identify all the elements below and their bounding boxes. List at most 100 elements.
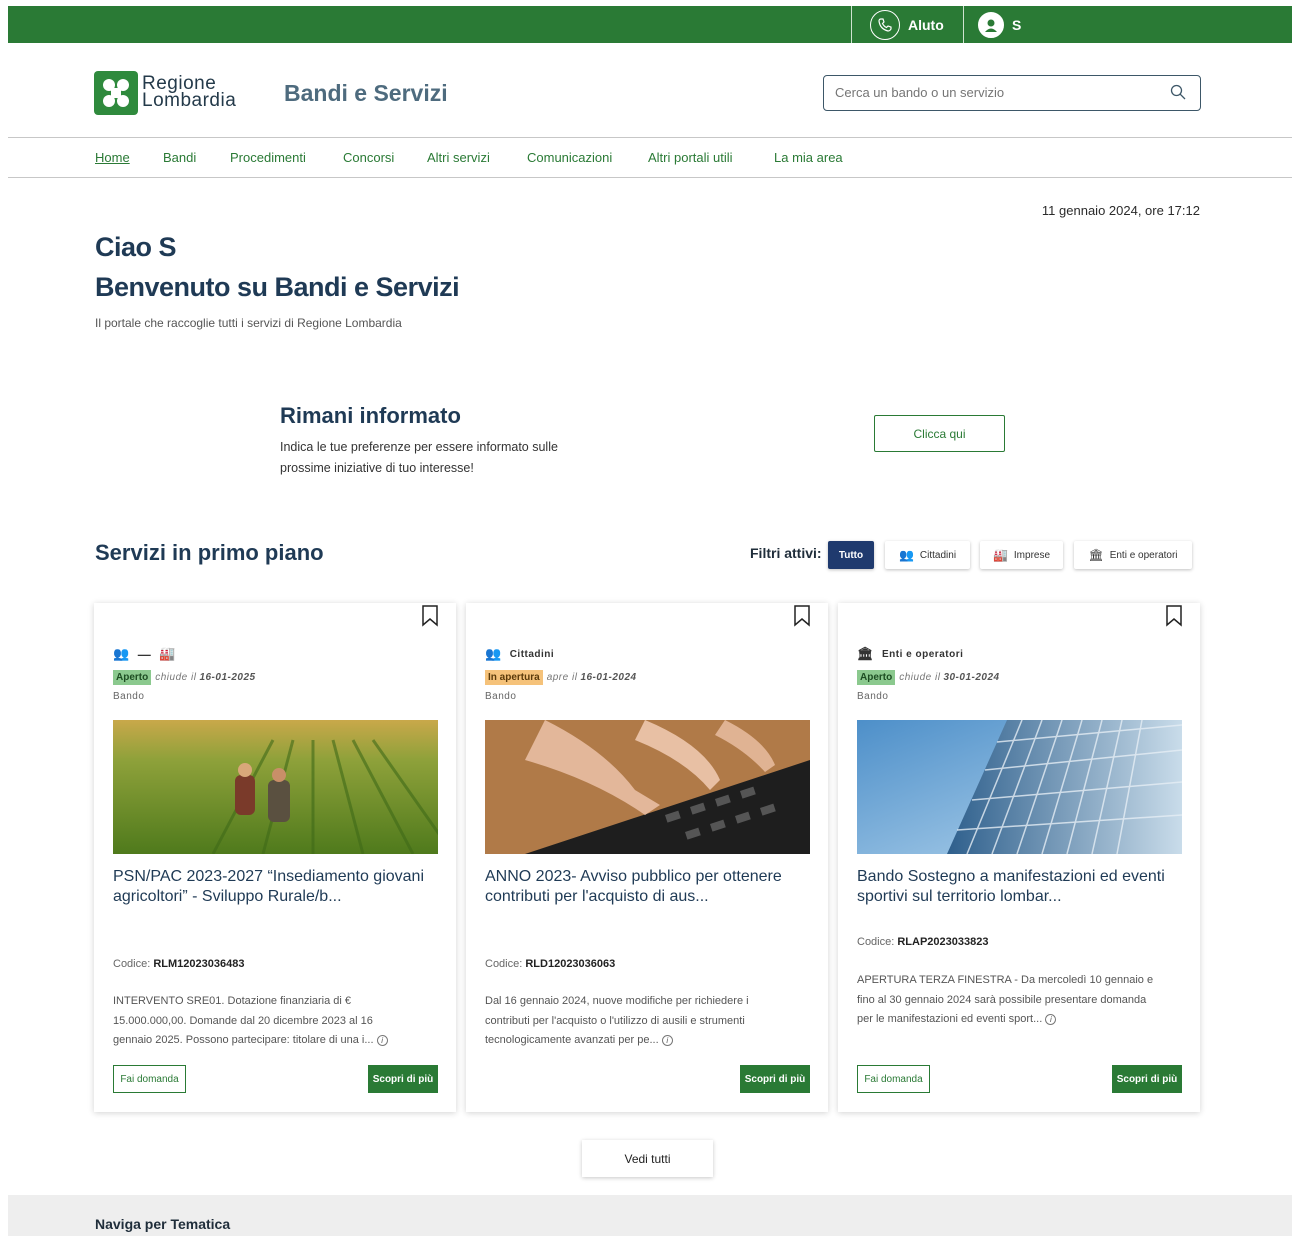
click-here-button[interactable]: Clicca qui xyxy=(874,415,1005,452)
filter-imprese[interactable]: 🏭 Imprese xyxy=(980,541,1063,569)
card-title[interactable]: Bando Sostegno a manifestazioni ed event… xyxy=(857,867,1177,907)
card-title[interactable]: ANNO 2023- Avviso pubblico per ottenere … xyxy=(485,867,805,907)
service-card[interactable]: 🏛 Enti e operatori Aperto chiude il 30-0… xyxy=(838,603,1200,1112)
date-label: chiude il xyxy=(155,672,197,683)
code-value: RLM12023036483 xyxy=(153,958,245,970)
status-badge: Aperto xyxy=(113,670,152,685)
info-icon[interactable]: i xyxy=(1045,1014,1057,1025)
deadline-date: 30-01-2024 xyxy=(943,672,1000,683)
info-icon[interactable]: i xyxy=(376,1035,388,1046)
bookmark-icon[interactable] xyxy=(420,605,440,632)
people-icon: 👥 xyxy=(485,646,502,661)
topics-band: Naviga per Tematica xyxy=(8,1195,1292,1236)
status-badge: In apertura xyxy=(485,670,543,685)
search-box[interactable] xyxy=(823,75,1201,111)
filter-label: Tutto xyxy=(838,549,864,561)
user-initial: S xyxy=(1012,16,1022,33)
topbar-divider xyxy=(851,6,852,43)
code-value: RLAP2023033823 xyxy=(897,936,989,948)
date-label: chiude il xyxy=(899,672,941,683)
nav-bandi[interactable]: Bandi xyxy=(163,150,196,165)
current-date: 11 gennaio 2024, ore 17:12 xyxy=(1041,203,1200,218)
filter-label: Cittadini xyxy=(919,549,957,561)
status-row: In apertura apre il 16-01-2024 xyxy=(485,670,637,685)
user-menu[interactable]: S xyxy=(978,6,1021,43)
audience-icons: 👥 Cittadini xyxy=(485,646,554,662)
card-description: Dal 16 gennaio 2024, nuove modifiche per… xyxy=(485,992,785,1051)
filters-label: Filtri attivi: xyxy=(750,545,822,561)
user-avatar-icon xyxy=(978,11,1004,38)
help-link[interactable]: Aluto xyxy=(870,6,944,43)
filter-cittadini[interactable]: 👥 Cittadini xyxy=(885,541,970,569)
nav-concorsi[interactable]: Concorsi xyxy=(343,150,394,165)
audience-icons: 👥 — 🏭 xyxy=(113,646,184,662)
card-type: Bando xyxy=(857,691,889,702)
people-icon: 👥 xyxy=(113,646,130,661)
card-title[interactable]: PSN/PAC 2023-2027 “Insediamento giovani … xyxy=(113,867,433,907)
factory-icon: 🏭 xyxy=(159,646,176,661)
status-row: Aperto chiude il 30-01-2024 xyxy=(857,670,1000,685)
code-value: RLD12023036063 xyxy=(525,958,616,970)
card-description: APERTURA TERZA FINESTRA - Da mercoledì 1… xyxy=(857,971,1157,1030)
people-icon: 👥 xyxy=(898,548,914,562)
discover-more-button[interactable]: Scopri di più xyxy=(1112,1065,1182,1093)
date-label: apre il xyxy=(546,672,578,683)
logo-text: Regione Lombardia xyxy=(142,74,237,111)
nav-altri-portali[interactable]: Altri portali utili xyxy=(648,150,733,165)
search-input[interactable] xyxy=(824,76,1154,109)
status-badge: Aperto xyxy=(857,670,896,685)
audience-icons: 🏛 Enti e operatori xyxy=(857,646,963,662)
code-label: Codice: xyxy=(113,958,151,970)
opening-date: 16-01-2024 xyxy=(580,672,637,683)
filter-tutto[interactable]: Tutto xyxy=(828,541,874,569)
logo-line-2: Lombardia xyxy=(142,90,237,111)
institution-icon: 🏛 xyxy=(1088,548,1104,562)
regione-lombardia-logo[interactable] xyxy=(94,71,138,115)
service-card[interactable]: 👥 — 🏭 Aperto chiude il 16-01-2025 Bando … xyxy=(94,603,456,1112)
search-icon[interactable] xyxy=(1170,84,1186,105)
status-row: Aperto chiude il 16-01-2025 xyxy=(113,670,256,685)
bookmark-icon[interactable] xyxy=(792,605,812,632)
discover-more-button[interactable]: Scopri di più xyxy=(740,1065,810,1093)
nav-altri-servizi[interactable]: Altri servizi xyxy=(427,150,490,165)
nav-procedimenti[interactable]: Procedimenti xyxy=(230,150,306,165)
section-title: Servizi in primo piano xyxy=(95,540,324,565)
code-label: Codice: xyxy=(485,958,523,970)
description-text: APERTURA TERZA FINESTRA - Da mercoledì 1… xyxy=(857,974,1154,1025)
card-description: INTERVENTO SRE01. Dotazione finanziaria … xyxy=(113,992,413,1051)
help-label: Aluto xyxy=(908,16,944,33)
card-type: Bando xyxy=(485,691,517,702)
audience-label: Enti e operatori xyxy=(882,648,964,660)
see-all-button[interactable]: Vedi tutti xyxy=(582,1140,713,1177)
card-image-braille-keyboard xyxy=(485,720,810,854)
main-nav: Home Bandi Procedimenti Concorsi Altri s… xyxy=(8,138,1292,178)
card-code: Codice: RLAP2023033823 xyxy=(857,936,988,948)
filter-label: Imprese xyxy=(1013,549,1051,561)
phone-icon xyxy=(870,9,900,40)
bookmark-icon[interactable] xyxy=(1164,605,1184,632)
site-title[interactable]: Bandi e Servizi xyxy=(284,80,448,107)
topics-title: Naviga per Tematica xyxy=(95,1216,231,1232)
nav-comunicazioni[interactable]: Comunicazioni xyxy=(527,150,612,165)
discover-more-button[interactable]: Scopri di più xyxy=(368,1065,438,1093)
nav-la-mia-area[interactable]: La mia area xyxy=(774,150,843,165)
filter-label: Enti e operatori xyxy=(1109,549,1178,561)
deadline-date: 16-01-2025 xyxy=(199,672,256,683)
welcome-title: Benvenuto su Bandi e Servizi xyxy=(95,272,460,302)
description-text: Dal 16 gennaio 2024, nuove modifiche per… xyxy=(485,995,749,1046)
card-code: Codice: RLM12023036483 xyxy=(113,958,244,970)
apply-button[interactable]: Fai domanda xyxy=(113,1065,186,1093)
institution-icon: 🏛 xyxy=(857,646,875,661)
service-card[interactable]: 👥 Cittadini In apertura apre il 16-01-20… xyxy=(466,603,828,1112)
card-image-building xyxy=(857,720,1182,854)
apply-button[interactable]: Fai domanda xyxy=(857,1065,930,1093)
info-text: Indica le tue preferenze per essere info… xyxy=(280,440,558,475)
nav-home[interactable]: Home xyxy=(95,150,130,165)
card-code: Codice: RLD12023036063 xyxy=(485,958,615,970)
portal-subtitle: Il portale che raccoglie tutti i servizi… xyxy=(95,316,402,330)
info-icon[interactable]: i xyxy=(661,1035,673,1046)
description-text: INTERVENTO SRE01. Dotazione finanziaria … xyxy=(113,995,374,1046)
card-image-farmers xyxy=(113,720,438,854)
filter-enti[interactable]: 🏛 Enti e operatori xyxy=(1074,541,1192,569)
site-header: Regione Lombardia Bandi e Servizi xyxy=(8,43,1292,138)
